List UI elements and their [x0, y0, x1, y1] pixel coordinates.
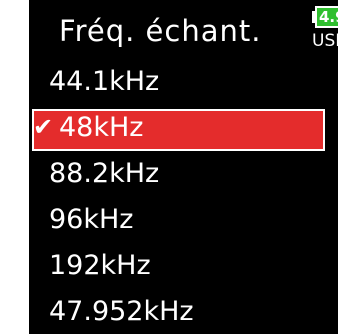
- page-title: Fréq. échant.: [59, 14, 262, 48]
- menu-item-label: 48kHz: [59, 112, 144, 143]
- menu-item-88-2khz[interactable]: ✔ 88.2kHz: [29, 152, 338, 198]
- menu-item-44-1khz[interactable]: ✔ 44.1kHz: [29, 60, 338, 106]
- checkmark-icon: ✔: [33, 113, 54, 141]
- menu-item-96khz[interactable]: ✔ 96kHz: [29, 198, 338, 244]
- power-source-label: USB: [312, 31, 338, 51]
- device-screen: Fréq. échant. 4.9 USB ✔ 44.1kHz ✔ 48kHz …: [29, 0, 338, 334]
- menu-item-192khz[interactable]: ✔ 192kHz: [29, 244, 338, 290]
- header: Fréq. échant. 4.9 USB: [29, 0, 338, 56]
- menu-item-48khz[interactable]: ✔ 48kHz: [29, 106, 338, 152]
- menu-item-label: 47.952kHz: [49, 296, 194, 327]
- battery-level: 4.9: [319, 8, 338, 26]
- sample-rate-list: ✔ 44.1kHz ✔ 48kHz ✔ 88.2kHz ✔ 96kHz ✔ 19…: [29, 60, 338, 334]
- menu-item-label: 44.1kHz: [49, 66, 160, 97]
- menu-item-label: 192kHz: [49, 250, 151, 281]
- menu-item-label: 88.2kHz: [49, 158, 160, 189]
- battery-icon: 4.9: [312, 6, 338, 28]
- menu-item-label: 96kHz: [49, 204, 134, 235]
- menu-item-47-952khz[interactable]: ✔ 47.952kHz: [29, 290, 338, 334]
